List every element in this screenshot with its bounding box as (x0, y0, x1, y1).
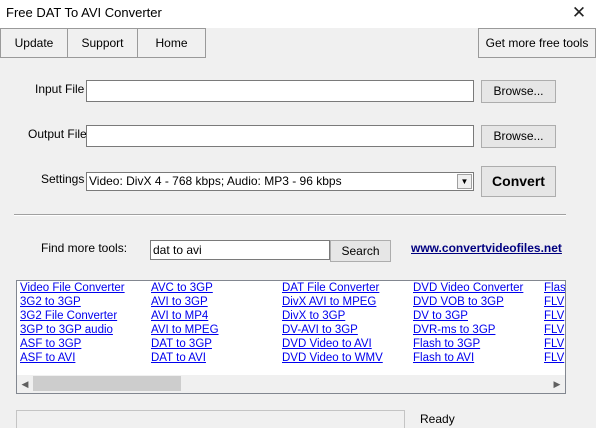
tool-link[interactable]: DAT to AVI (151, 352, 219, 366)
scrollbar-thumb[interactable] (33, 376, 181, 391)
tool-link[interactable]: ASF to 3GP (20, 338, 125, 352)
status-text: Ready (420, 412, 455, 426)
tool-link[interactable]: Video File Converter (20, 282, 125, 296)
website-link[interactable]: www.convertvideofiles.net (411, 241, 562, 255)
input-file-field[interactable] (86, 80, 474, 102)
tool-link[interactable]: 3G2 File Converter (20, 310, 125, 324)
tool-link[interactable]: AVI to MPEG (151, 324, 219, 338)
tool-link[interactable]: AVI to MP4 (151, 310, 219, 324)
tool-link[interactable]: DV-AVI to 3GP (282, 324, 383, 338)
tools-column-4: DVD Video Converter DVD VOB to 3GP DV to… (413, 282, 523, 366)
tool-link[interactable]: DV to 3GP (413, 310, 523, 324)
scroll-left-icon[interactable]: ◀ (17, 375, 33, 393)
tool-link[interactable]: FLV (544, 310, 565, 324)
close-icon[interactable]: ✕ (568, 2, 590, 24)
scroll-right-icon[interactable]: ▶ (549, 375, 565, 393)
tool-link[interactable]: DVD VOB to 3GP (413, 296, 523, 310)
tool-link[interactable]: FLV (544, 324, 565, 338)
output-browse-button[interactable]: Browse... (481, 125, 556, 148)
home-button[interactable]: Home (137, 28, 206, 58)
tool-link[interactable]: DVD Video to WMV (282, 352, 383, 366)
settings-label: Settings (41, 172, 85, 186)
progress-bar (16, 410, 405, 428)
update-button[interactable]: Update (0, 28, 68, 58)
tool-link[interactable]: Flash to AVI (413, 352, 523, 366)
output-file-field[interactable] (86, 125, 474, 147)
tool-link[interactable]: DAT to 3GP (151, 338, 219, 352)
tool-link[interactable]: 3GP to 3GP audio (20, 324, 125, 338)
tool-link[interactable]: DVR-ms to 3GP (413, 324, 523, 338)
tool-link[interactable]: Flash (544, 282, 565, 296)
get-more-tools-button[interactable]: Get more free tools (478, 28, 596, 58)
tool-link[interactable]: FLV (544, 338, 565, 352)
tool-link[interactable]: DivX AVI to MPEG (282, 296, 383, 310)
tool-link[interactable]: FLV (544, 352, 565, 366)
tool-link[interactable]: DAT File Converter (282, 282, 383, 296)
tool-link[interactable]: DivX to 3GP (282, 310, 383, 324)
tool-link[interactable]: AVC to 3GP (151, 282, 219, 296)
tool-link[interactable]: DVD Video Converter (413, 282, 523, 296)
tool-link[interactable]: DVD Video to AVI (282, 338, 383, 352)
settings-select[interactable]: Video: DivX 4 - 768 kbps; Audio: MP3 - 9… (86, 172, 474, 191)
dropdown-arrow-icon[interactable]: ▼ (457, 174, 472, 189)
tool-link[interactable]: FLV (544, 296, 565, 310)
tools-column-1: Video File Converter 3G2 to 3GP 3G2 File… (20, 282, 125, 366)
tools-column-5: Flash FLV FLV FLV FLV FLV (544, 282, 565, 366)
tools-column-2: AVC to 3GP AVI to 3GP AVI to MP4 AVI to … (151, 282, 219, 366)
tool-search-input[interactable]: dat to avi (150, 240, 330, 260)
find-tools-label: Find more tools: (41, 241, 128, 255)
search-button[interactable]: Search (330, 240, 391, 262)
tools-column-3: DAT File Converter DivX AVI to MPEG DivX… (282, 282, 383, 366)
tool-link[interactable]: Flash to 3GP (413, 338, 523, 352)
support-button[interactable]: Support (67, 28, 138, 58)
convert-button[interactable]: Convert (481, 166, 556, 197)
window-title: Free DAT To AVI Converter (6, 5, 162, 20)
input-browse-button[interactable]: Browse... (481, 80, 556, 103)
tool-link[interactable]: ASF to AVI (20, 352, 125, 366)
tool-link[interactable]: 3G2 to 3GP (20, 296, 125, 310)
tool-link[interactable]: AVI to 3GP (151, 296, 219, 310)
input-file-label: Input File (35, 82, 85, 96)
separator (14, 214, 566, 216)
output-file-label: Output File (28, 127, 87, 141)
